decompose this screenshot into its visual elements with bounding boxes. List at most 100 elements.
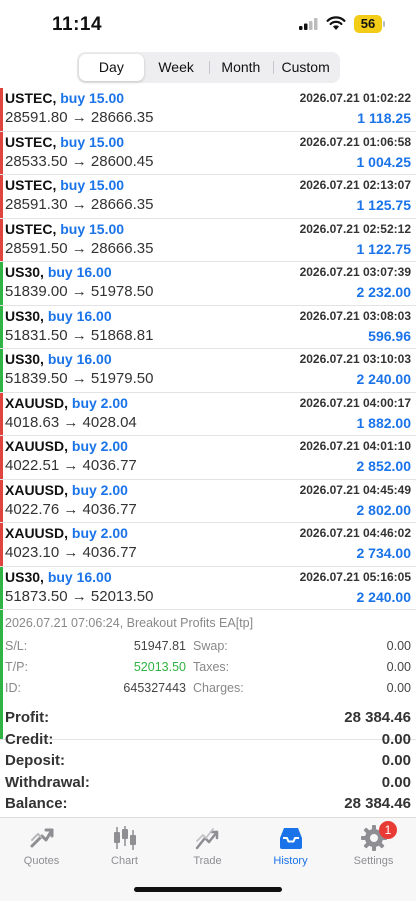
trade-profit: 2 802.00 xyxy=(356,501,412,518)
id-value: 645327443 xyxy=(123,681,186,695)
trade-datetime: 2026.07.21 04:46:02 xyxy=(299,526,411,540)
period-month[interactable]: Month xyxy=(208,54,274,81)
trade-side-bar xyxy=(0,88,3,131)
tab-history[interactable]: History xyxy=(249,818,332,873)
period-segmented-control: Day Week Month Custom xyxy=(77,52,340,83)
trade-row[interactable]: USTEC, buy 15.00 2026.07.21 01:02:22 28591… xyxy=(0,88,416,132)
trade-symbol-line: USTEC, buy 15.00 xyxy=(5,221,124,237)
tab-label: Chart xyxy=(111,855,138,867)
trade-symbol-line: USTEC, buy 15.00 xyxy=(5,90,124,106)
trade-symbol: USTEC, xyxy=(5,177,57,193)
trade-datetime: 2026.07.21 04:01:10 xyxy=(299,439,411,453)
trade-row[interactable]: US30, buy 16.00 2026.07.21 03:10:03 51839.… xyxy=(0,349,416,393)
summary-label: Deposit: xyxy=(5,752,65,769)
trade-datetime: 2026.07.21 04:00:17 xyxy=(299,395,411,410)
trade-icon xyxy=(195,828,219,850)
summary-label: Profit: xyxy=(5,709,50,726)
trade-row[interactable]: XAUUSD, buy 2.00 2026.07.21 04:45:49 4022.… xyxy=(0,479,416,523)
trade-row[interactable]: US30, buy 16.00 2026.07.21 03:07:39 51839.… xyxy=(0,262,416,306)
tab-trade[interactable]: Trade xyxy=(166,818,249,873)
tab-quotes[interactable]: Quotes xyxy=(0,818,83,873)
period-week[interactable]: Week xyxy=(144,54,209,81)
trade-datetime: 2026.07.21 03:10:03 xyxy=(299,352,411,366)
trade-row[interactable]: USTEC, buy 15.00 2026.07.21 02:52:12 28591… xyxy=(0,218,416,262)
trade-action: buy 15.00 xyxy=(60,90,125,106)
trade-prices: 4022.76 → 4036.77 xyxy=(5,500,137,518)
trade-action: buy 16.00 xyxy=(47,351,112,367)
summary-credit: Credit: 0.00 xyxy=(0,728,416,750)
trade-action: buy 2.00 xyxy=(71,438,128,454)
trade-side-bar xyxy=(0,479,3,522)
trade-side-bar xyxy=(0,131,3,174)
tab-chart[interactable]: Chart xyxy=(83,818,166,873)
trade-side-bar xyxy=(0,175,3,218)
summary-value: 28 384.46 xyxy=(344,709,411,726)
trade-prices: 4023.10 → 4036.77 xyxy=(5,544,137,561)
trade-prices: 28533.50 → 28600.45 xyxy=(5,152,154,170)
trade-side-bar xyxy=(0,436,3,479)
trade-symbol: XAUUSD, xyxy=(5,525,69,541)
trade-row[interactable]: XAUUSD, buy 2.00 2026.07.21 04:00:17 4018.… xyxy=(0,392,416,436)
trade-symbol-line: US30, buy 16.00 xyxy=(5,264,112,280)
period-custom[interactable]: Custom xyxy=(273,54,338,81)
trade-side-bar xyxy=(0,305,3,348)
trade-symbol: XAUUSD, xyxy=(5,481,69,498)
trade-prices: 51873.50 → 52013.50 xyxy=(5,587,154,605)
trade-prices: 28591.50 → 28666.35 xyxy=(5,239,154,257)
trade-action: buy 15.00 xyxy=(60,220,125,237)
trade-action: buy 16.00 xyxy=(47,264,112,280)
trade-row[interactable]: US30, buy 16.00 2026.07.21 03:08:03 51831.… xyxy=(0,305,416,349)
summary-value: 28 384.46 xyxy=(344,795,411,812)
charges-value: 0.00 xyxy=(386,681,411,695)
tab-label: Trade xyxy=(193,855,222,867)
summary-section: Profit: 28 384.46 Credit: 0.00 Deposit: … xyxy=(0,706,416,814)
trade-profit: 2 734.00 xyxy=(356,545,412,561)
trade-symbol-line: XAUUSD, buy 2.00 xyxy=(5,482,128,498)
summary-label: Credit: xyxy=(5,730,54,748)
trade-symbol: XAUUSD, xyxy=(5,438,69,454)
taxes-value: 0.00 xyxy=(386,660,411,674)
summary-balance: Balance: 28 384.46 xyxy=(0,792,416,814)
trade-prices: 51839.50 → 51979.50 xyxy=(5,370,154,387)
trade-profit: 1 882.00 xyxy=(356,414,412,431)
period-day[interactable]: Day xyxy=(79,54,144,81)
trade-action: buy 15.00 xyxy=(60,177,125,193)
trade-datetime: 2026.07.21 05:16:05 xyxy=(299,569,411,584)
cellular-signal-icon xyxy=(299,18,318,30)
trade-symbol: US30, xyxy=(5,568,44,585)
swap-value: 0.00 xyxy=(386,639,411,653)
candlestick-icon xyxy=(114,826,136,850)
battery-tip xyxy=(383,21,385,27)
trade-symbol-line: US30, buy 16.00 xyxy=(5,569,112,585)
trade-prices: 28591.80 → 28666.35 xyxy=(5,109,154,126)
trade-symbol: US30, xyxy=(5,351,44,367)
trade-datetime: 2026.07.21 01:06:58 xyxy=(299,134,411,149)
trade-datetime: 2026.07.21 02:13:07 xyxy=(299,178,411,192)
trade-datetime: 2026.07.21 02:52:12 xyxy=(299,221,411,236)
trade-row[interactable]: XAUUSD, buy 2.00 2026.07.21 04:46:02 4023.… xyxy=(0,523,416,567)
trade-symbol-line: US30, buy 16.00 xyxy=(5,351,112,367)
tab-settings[interactable]: 1 Settings xyxy=(332,818,415,873)
trade-side-bar xyxy=(0,566,3,609)
trade-action: buy 16.00 xyxy=(47,307,112,324)
summary-withdrawal: Withdrawal: 0.00 xyxy=(0,771,416,793)
quotes-icon xyxy=(30,828,54,848)
status-bar: 11:14 56 xyxy=(0,0,416,50)
trade-symbol-line: XAUUSD, buy 2.00 xyxy=(5,438,128,454)
trade-symbol: US30, xyxy=(5,264,44,280)
trade-action: buy 2.00 xyxy=(71,481,128,498)
trade-profit: 1 125.75 xyxy=(356,197,412,213)
trade-profit: 2 240.00 xyxy=(356,371,412,387)
trade-profit: 1 122.75 xyxy=(356,240,412,257)
trade-symbol: US30, xyxy=(5,307,44,324)
trade-action: buy 15.00 xyxy=(60,133,125,150)
trade-row[interactable]: XAUUSD, buy 2.00 2026.07.21 04:01:10 4022.… xyxy=(0,436,416,480)
trade-side-bar xyxy=(0,262,3,305)
trade-side-bar xyxy=(0,349,3,392)
trade-prices: 51831.50 → 51868.81 xyxy=(5,326,154,344)
trade-prices: 4022.51 → 4036.77 xyxy=(5,457,137,474)
notification-badge: 1 xyxy=(379,821,397,839)
trade-row[interactable]: US30, buy 16.00 2026.07.21 05:16:05 51873.… xyxy=(0,566,416,610)
trade-row[interactable]: USTEC, buy 15.00 2026.07.21 02:13:07 28591… xyxy=(0,175,416,219)
trade-row[interactable]: USTEC, buy 15.00 2026.07.21 01:06:58 28533… xyxy=(0,131,416,175)
